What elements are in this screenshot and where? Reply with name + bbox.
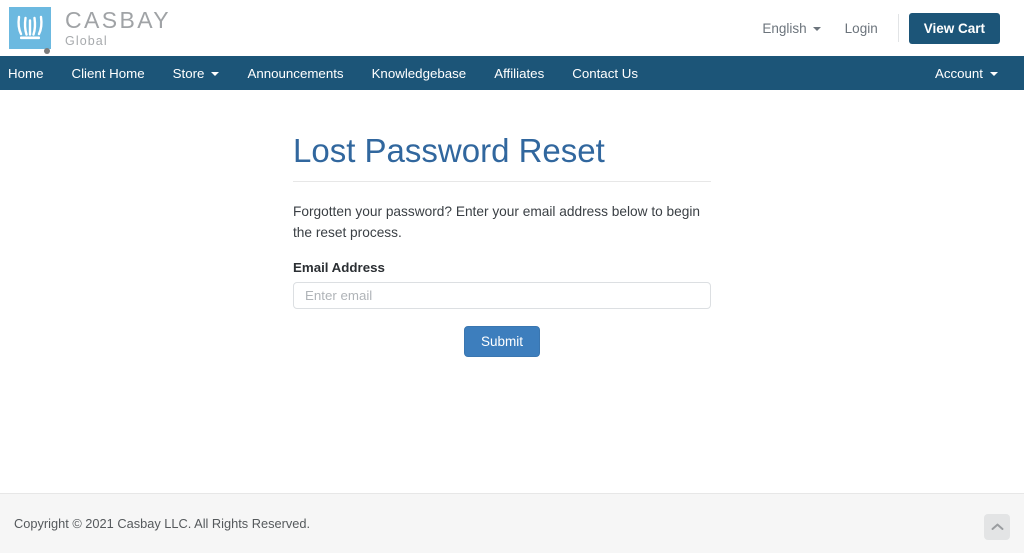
brand-logo-link[interactable]: CASBAY Global <box>9 6 172 54</box>
nav-item-account[interactable]: Account <box>927 56 1012 90</box>
lost-password-panel: Lost Password Reset Forgotten your passw… <box>293 132 711 358</box>
email-form-group: Email Address <box>293 260 711 310</box>
chevron-down-icon <box>812 27 821 31</box>
page-title: Lost Password Reset <box>293 132 711 182</box>
language-label: English <box>762 20 807 36</box>
casbay-crown-logo-icon <box>9 7 51 49</box>
nav-item-contact-us[interactable]: Contact Us <box>558 56 652 90</box>
nav-item-affiliates[interactable]: Affiliates <box>480 56 558 90</box>
navbar-left-items: Home Client Home Store Announcements Kno… <box>0 56 652 90</box>
chevron-up-icon <box>991 522 1004 532</box>
copyright-text: Copyright © 2021 Casbay LLC. All Rights … <box>14 516 311 531</box>
nav-item-label: Affiliates <box>494 65 545 81</box>
top-header: CASBAY Global English Login View Cart <box>0 0 1024 56</box>
brand-title: CASBAY <box>65 6 172 33</box>
nav-item-announcements[interactable]: Announcements <box>233 56 357 90</box>
chevron-down-icon <box>211 72 220 76</box>
brand-dot-icon <box>44 48 50 54</box>
email-input[interactable] <box>293 282 711 310</box>
language-selector[interactable]: English <box>750 15 832 42</box>
brand-text: CASBAY Global <box>65 6 172 48</box>
nav-item-label: Store <box>172 65 205 81</box>
submit-button[interactable]: Submit <box>463 326 541 358</box>
nav-item-label: Account <box>934 65 983 81</box>
view-cart-button[interactable]: View Cart <box>908 12 1000 44</box>
nav-item-label: Client Home <box>71 65 145 81</box>
header-right-actions: English Login View Cart <box>750 12 1000 44</box>
scroll-to-top-button[interactable] <box>984 514 1010 540</box>
page-root: CASBAY Global English Login View Cart Ho… <box>0 0 1024 553</box>
submit-row: Submit <box>293 326 711 358</box>
nav-item-label: Announcements <box>247 65 344 81</box>
nav-item-label: Knowledgebase <box>371 65 467 81</box>
nav-item-label: Home <box>8 65 44 81</box>
nav-item-home[interactable]: Home <box>0 56 57 90</box>
main-content: Lost Password Reset Forgotten your passw… <box>0 90 1024 490</box>
nav-item-knowledgebase[interactable]: Knowledgebase <box>358 56 481 90</box>
nav-item-label: Contact Us <box>572 65 638 81</box>
main-navbar: Home Client Home Store Announcements Kno… <box>0 56 1024 90</box>
login-link[interactable]: Login <box>833 15 890 42</box>
chevron-down-icon <box>990 72 998 76</box>
nav-item-store[interactable]: Store <box>159 56 234 90</box>
navbar-right-items: Account <box>927 56 1012 90</box>
email-field-label: Email Address <box>293 260 385 276</box>
nav-item-client-home[interactable]: Client Home <box>57 56 158 90</box>
lead-description: Forgotten your password? Enter your emai… <box>293 203 701 241</box>
brand-subtitle: Global <box>65 33 108 48</box>
page-footer: Copyright © 2021 Casbay LLC. All Rights … <box>0 493 1024 553</box>
header-divider <box>897 14 899 42</box>
